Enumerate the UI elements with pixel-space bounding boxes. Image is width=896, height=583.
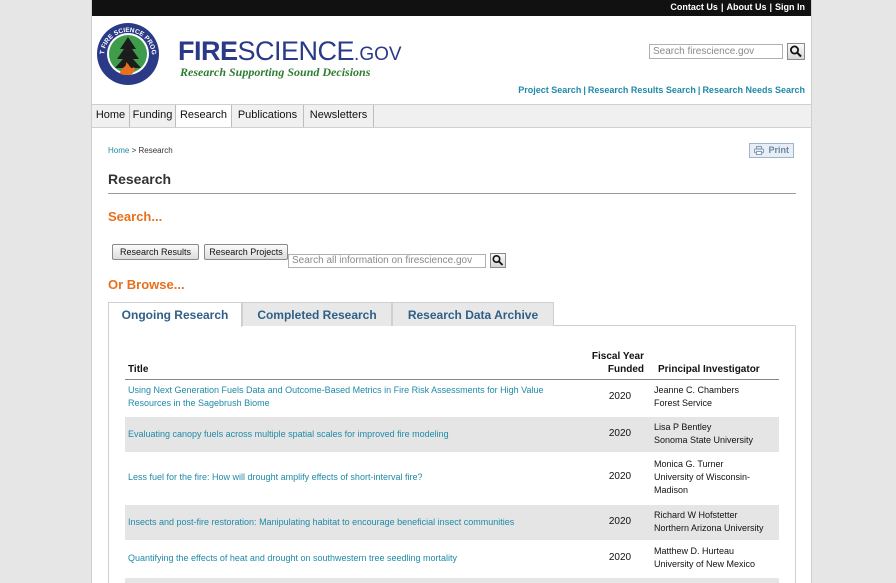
nav-research[interactable]: Research: [176, 105, 232, 127]
site-search-input[interactable]: Search all information on firescience.go…: [288, 254, 486, 268]
table-row: Quantifying the effects of heat and drou…: [125, 542, 779, 577]
print-button[interactable]: Print: [749, 143, 794, 158]
principal-investigator: Jeanne C. Chambers Forest Service: [654, 385, 740, 408]
search-links: Project Search | Research Results Search | R…: [518, 85, 805, 95]
breadcrumb: Home > Research: [108, 146, 173, 155]
principal-investigator: Matthew D. Hurteau University of New Mex…: [654, 546, 756, 569]
nav-funding[interactable]: Funding: [130, 105, 176, 127]
search-icon: [492, 254, 504, 266]
table-row: Using Next Generation Fuels Data and Out…: [125, 381, 779, 415]
breadcrumb-separator: >: [131, 146, 137, 155]
project-title-link[interactable]: Evaluating canopy fuels across multiple …: [128, 428, 449, 441]
nav-home[interactable]: Home: [92, 105, 130, 127]
nav-publications[interactable]: Publications: [232, 105, 304, 127]
page: Contact Us|About Us|Sign In JOINT FIRE S…: [91, 0, 812, 583]
project-title-link[interactable]: Insects and post-fire restoration: Manip…: [128, 516, 514, 529]
research-results-button[interactable]: Research Results: [112, 244, 199, 260]
table-header-rule: [125, 379, 779, 380]
project-title-link[interactable]: Quantifying the effects of heat and drou…: [128, 552, 457, 565]
printer-icon: [754, 146, 764, 155]
about-us-link[interactable]: About Us: [726, 2, 766, 12]
breadcrumb-home[interactable]: Home: [108, 146, 129, 155]
research-needs-search-link[interactable]: Research Needs Search: [702, 85, 805, 95]
project-search-link[interactable]: Project Search: [518, 85, 581, 95]
site-search-button[interactable]: [490, 253, 506, 268]
tab-research-data-archive[interactable]: Research Data Archive: [392, 302, 554, 326]
print-label: Print: [768, 145, 789, 155]
tagline: Research Supporting Sound Decisions: [180, 65, 371, 79]
fiscal-year: 2020: [608, 391, 632, 402]
column-header-fiscal-year: Fiscal Year Funded: [591, 351, 644, 375]
table-row: Insects and post-fire restoration: Manip…: [125, 505, 779, 540]
table-row: Less fuel for the fire: How will drought…: [125, 453, 779, 503]
research-projects-button[interactable]: Research Projects: [204, 244, 288, 260]
search-heading: Search...: [108, 209, 163, 224]
brand-gov: .GOV: [354, 44, 402, 65]
principal-investigator: Lisa P Bentley Sonoma State University: [654, 422, 754, 445]
top-bar: Contact Us | About Us | Sign In: [92, 0, 811, 16]
column-header-title: Title: [128, 364, 149, 375]
contact-us-link[interactable]: Contact Us: [670, 2, 718, 12]
tab-completed-research[interactable]: Completed Research: [242, 302, 392, 326]
research-results-search-link[interactable]: Research Results Search: [588, 85, 696, 95]
principal-investigator: Monica G. Turner University of Wisconsin…: [654, 459, 751, 495]
top-links: Contact Us | About Us | Sign In: [670, 2, 805, 12]
browse-heading: Or Browse...: [108, 277, 185, 292]
page-title: Research: [108, 171, 172, 187]
brand-science: SCIENCE: [237, 36, 355, 66]
fiscal-year: 2020: [608, 552, 632, 563]
title-divider: [108, 193, 796, 194]
principal-investigator: Richard W Hofstetter Northern Arizona Un…: [654, 510, 764, 533]
project-title-link[interactable]: Less fuel for the fire: How will drought…: [128, 471, 422, 484]
fiscal-year: 2020: [608, 428, 632, 439]
breadcrumb-current: Research: [138, 146, 173, 155]
search-icon: [790, 45, 802, 58]
program-seal-logo[interactable]: JOINT FIRE SCIENCE PROGRAM: [93, 17, 160, 86]
table-row: Evaluating canopy fuels across multiple …: [125, 417, 779, 452]
project-title-link[interactable]: Using Next Generation Fuels Data and Out…: [128, 384, 544, 410]
table-row: [125, 578, 779, 583]
nav-newsletters[interactable]: Newsletters: [304, 105, 374, 127]
header-search-button[interactable]: [787, 43, 805, 60]
brand-fire: FIRE: [178, 36, 238, 66]
tab-ongoing-research[interactable]: Ongoing Research: [108, 302, 242, 327]
fiscal-year: 2020: [608, 516, 632, 527]
header-search-input[interactable]: Search firescience.gov: [649, 44, 783, 59]
sign-in-link[interactable]: Sign In: [775, 2, 805, 12]
fiscal-year: 2020: [608, 471, 632, 482]
column-header-principal-investigator: Principal Investigator: [658, 364, 760, 375]
main-nav: Home Funding Research Publications Newsl…: [92, 104, 811, 128]
brand-wordmark[interactable]: FIRESCIENCE.GOV: [178, 36, 402, 67]
